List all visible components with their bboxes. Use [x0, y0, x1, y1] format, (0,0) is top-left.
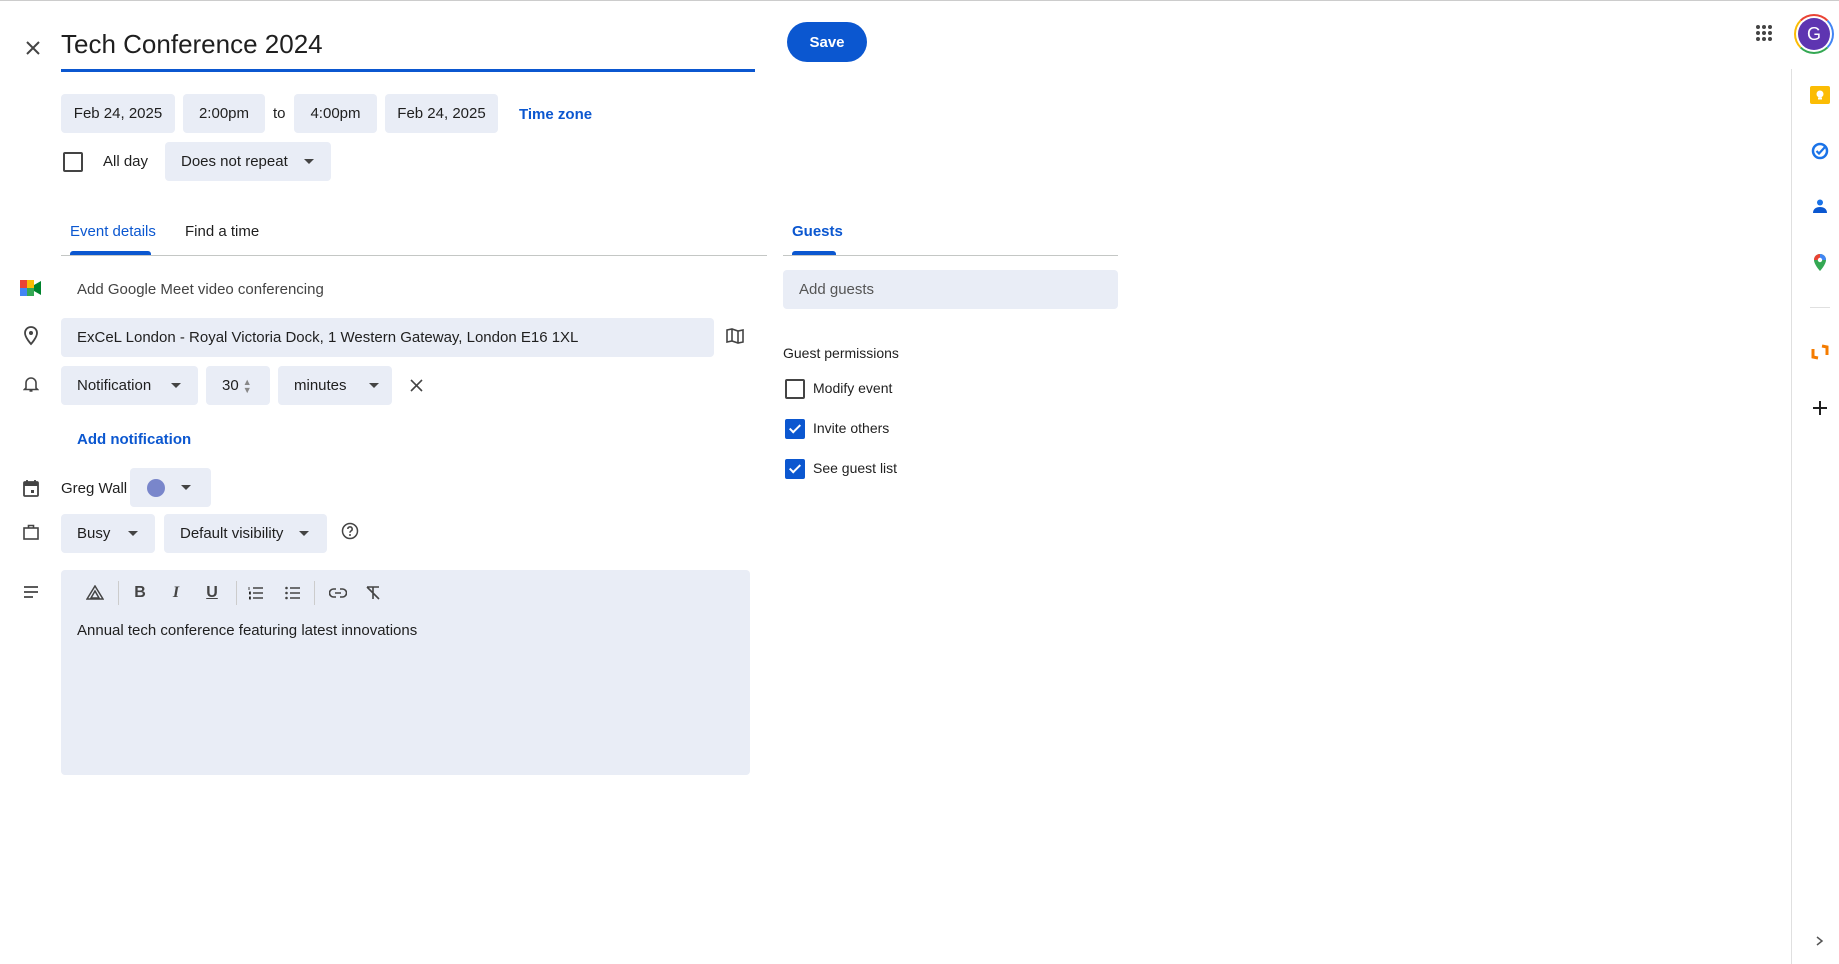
description-text[interactable]: Annual tech conference featuring latest … [77, 622, 417, 639]
stepper-icon[interactable]: ▲ ▼ [243, 377, 252, 394]
chevron-right-icon[interactable] [1808, 929, 1832, 953]
briefcase-icon [19, 520, 43, 544]
tab-find-a-time[interactable]: Find a time [185, 223, 259, 240]
map-icon[interactable] [723, 324, 747, 348]
addon-icon[interactable] [1808, 340, 1832, 364]
notification-value-input[interactable]: 30 ▲ ▼ [206, 366, 270, 405]
availability-dropdown[interactable]: Busy [61, 514, 155, 553]
drive-icon[interactable] [82, 580, 108, 606]
notification-unit-dropdown[interactable]: minutes [278, 366, 392, 405]
add-icon[interactable] [1808, 396, 1832, 420]
add-guests-placeholder: Add guests [799, 281, 875, 298]
side-panel-divider [1810, 307, 1830, 308]
bell-icon [19, 372, 43, 396]
italic-icon[interactable]: I [163, 580, 189, 606]
time-zone-link[interactable]: Time zone [519, 106, 592, 123]
google-meet-icon [20, 279, 42, 297]
invite-others-checkbox[interactable] [785, 419, 805, 439]
tabs-divider [61, 255, 767, 256]
add-meet-button[interactable]: Add Google Meet video conferencing [77, 281, 324, 298]
avatar[interactable]: G [1794, 14, 1834, 54]
apps-grid-icon[interactable] [1752, 21, 1776, 45]
toolbar-separator [118, 581, 119, 605]
notification-unit-value: minutes [294, 377, 347, 394]
avatar-letter: G [1798, 18, 1830, 50]
close-icon[interactable] [21, 36, 45, 60]
chevron-down-icon [303, 159, 314, 164]
tab-event-details[interactable]: Event details [70, 223, 156, 240]
title-underline [61, 69, 755, 72]
link-icon[interactable] [325, 580, 351, 606]
calendar-icon [19, 476, 43, 500]
chevron-down-icon [368, 383, 379, 388]
color-swatch [147, 478, 165, 497]
invite-others-label: Invite others [813, 420, 890, 436]
modify-event-checkbox[interactable] [785, 379, 805, 399]
add-guests-input[interactable]: Add guests [783, 270, 1118, 309]
see-guest-list-checkbox[interactable] [785, 459, 805, 479]
bold-icon[interactable]: B [127, 580, 153, 606]
underline-icon[interactable]: U [199, 580, 225, 606]
end-time-button[interactable]: 4:00pm [294, 94, 377, 133]
help-icon[interactable] [338, 519, 362, 543]
description-icon [19, 580, 43, 604]
all-day-checkbox[interactable] [63, 152, 83, 172]
bulleted-list-icon[interactable] [280, 580, 306, 606]
toolbar-separator [236, 581, 237, 605]
visibility-dropdown[interactable]: Default visibility [164, 514, 327, 553]
tasks-icon[interactable] [1808, 139, 1832, 163]
notification-value: 30 [222, 377, 239, 394]
event-title-input[interactable]: Tech Conference 2024 [61, 29, 323, 60]
modify-event-label: Modify event [813, 380, 893, 396]
add-notification-link[interactable]: Add notification [77, 431, 191, 448]
guest-permissions-title: Guest permissions [783, 345, 899, 361]
notification-type-dropdown[interactable]: Notification [61, 366, 198, 405]
availability-value: Busy [77, 525, 111, 542]
calendar-color-dropdown[interactable] [130, 468, 211, 507]
location-pin-icon [19, 324, 43, 348]
contacts-icon[interactable] [1808, 194, 1832, 218]
repeat-dropdown[interactable]: Does not repeat [165, 142, 331, 181]
chevron-down-icon [181, 485, 191, 490]
keep-icon[interactable] [1808, 83, 1832, 107]
chevron-down-icon [299, 531, 310, 536]
clear-formatting-icon[interactable] [360, 580, 386, 606]
chevron-down-icon [171, 383, 182, 388]
guests-divider [783, 255, 1118, 256]
save-button[interactable]: Save [787, 22, 867, 62]
toolbar-separator [314, 581, 315, 605]
tab-guests[interactable]: Guests [792, 223, 843, 240]
repeat-value: Does not repeat [181, 153, 288, 170]
see-guest-list-label: See guest list [813, 460, 898, 476]
start-date-button[interactable]: Feb 24, 2025 [61, 94, 175, 133]
remove-notification-icon[interactable] [404, 373, 428, 397]
end-date-button[interactable]: Feb 24, 2025 [385, 94, 498, 133]
maps-icon[interactable] [1808, 251, 1832, 275]
chevron-down-icon [128, 531, 139, 536]
start-time-button[interactable]: 2:00pm [183, 94, 265, 133]
to-label: to [273, 105, 286, 122]
numbered-list-icon[interactable] [243, 580, 269, 606]
all-day-label: All day [103, 153, 149, 170]
location-value: ExCeL London - Royal Victoria Dock, 1 We… [77, 329, 579, 346]
location-input[interactable]: ExCeL London - Royal Victoria Dock, 1 We… [61, 318, 714, 357]
notification-type-value: Notification [77, 377, 152, 394]
visibility-value: Default visibility [180, 525, 284, 542]
calendar-owner: Greg Wall [61, 480, 128, 497]
